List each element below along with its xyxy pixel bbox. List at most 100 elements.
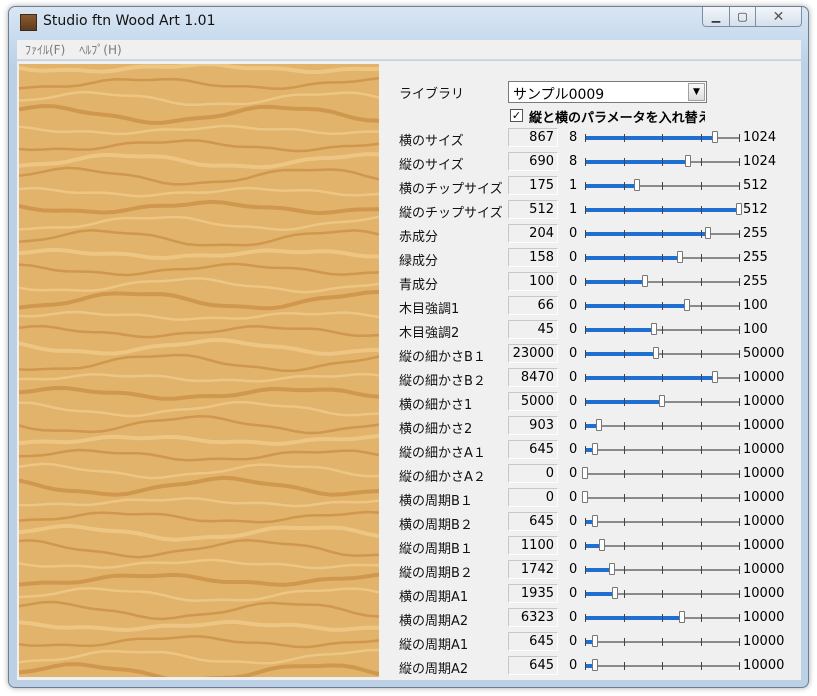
slider-tick <box>585 662 586 670</box>
slider-tick <box>662 662 663 670</box>
param-value-field[interactable]: 6323 <box>508 608 558 627</box>
param-value-field[interactable]: 690 <box>508 152 558 171</box>
slider-tick <box>739 542 740 550</box>
param-value-field[interactable]: 204 <box>508 224 558 243</box>
param-value-field[interactable]: 645 <box>508 512 558 531</box>
minimize-button[interactable]: ▁ <box>702 7 730 27</box>
menu-file[interactable]: ﾌｧｲﾙ(F) <box>19 41 71 58</box>
param-min: 0 <box>569 394 578 409</box>
slider-tick <box>624 662 625 670</box>
slider-tick <box>662 206 663 214</box>
slider-thumb[interactable] <box>596 419 602 431</box>
slider-thumb[interactable] <box>609 563 615 575</box>
param-row: 横の周期A1 1935 0 10000 <box>387 583 801 605</box>
param-row: 縦の細かさB２ 8470 0 10000 <box>387 367 801 389</box>
menu-help[interactable]: ﾍﾙﾌﾟ(H) <box>73 41 127 58</box>
slider-thumb[interactable] <box>642 275 648 287</box>
slider-tick <box>624 638 625 646</box>
param-value-field[interactable]: 1100 <box>508 536 558 555</box>
slider-thumb[interactable] <box>592 515 598 527</box>
slider-tick <box>662 542 663 550</box>
slider-thumb[interactable] <box>659 395 665 407</box>
slider-fill <box>585 376 715 380</box>
slider-thumb[interactable] <box>712 371 718 383</box>
param-value-field[interactable]: 23000 <box>508 344 558 363</box>
param-value-field[interactable]: 66 <box>508 296 558 315</box>
slider-thumb[interactable] <box>679 611 685 623</box>
slider-thumb[interactable] <box>705 227 711 239</box>
slider-thumb[interactable] <box>592 635 598 647</box>
param-max: 10000 <box>743 514 785 529</box>
swap-checkbox-row[interactable]: ✓ 縦と横のパラメータを入れ替え <box>508 107 705 125</box>
param-label: 横の細かさ1 <box>399 398 473 413</box>
maximize-icon: ▢ <box>737 10 748 23</box>
slider-thumb[interactable] <box>599 539 605 551</box>
slider-tick <box>701 134 702 142</box>
slider-tick <box>624 542 625 550</box>
slider-tick <box>739 494 740 502</box>
slider-thumb[interactable] <box>582 491 588 503</box>
param-value-field[interactable]: 645 <box>508 656 558 675</box>
library-selected-value: サンプル0009 <box>513 87 605 103</box>
param-max: 255 <box>743 226 768 241</box>
slider-tick <box>585 254 586 262</box>
slider-thumb[interactable] <box>684 299 690 311</box>
param-value-field[interactable]: 158 <box>508 248 558 267</box>
param-value-field[interactable]: 0 <box>508 464 558 483</box>
slider-thumb[interactable] <box>612 587 618 599</box>
param-value-field[interactable]: 903 <box>508 416 558 435</box>
param-value-field[interactable]: 175 <box>508 176 558 195</box>
slider-tick <box>624 518 625 526</box>
slider-thumb[interactable] <box>712 131 718 143</box>
param-label: 青成分 <box>399 278 439 293</box>
parameter-panel: ライブラリ サンプル0009 ▼ ✓ 縦と横のパラメータを入れ替え 横のサイズ 8… <box>387 61 801 680</box>
param-value-field[interactable]: 512 <box>508 200 558 219</box>
slider-tick <box>624 590 625 598</box>
dropdown-button[interactable]: ▼ <box>688 83 705 101</box>
slider-tick <box>701 302 702 310</box>
slider-tick <box>624 278 625 286</box>
swap-checkbox[interactable]: ✓ <box>510 109 523 122</box>
slider-thumb[interactable] <box>677 251 683 263</box>
param-min: 0 <box>569 250 578 265</box>
slider-thumb[interactable] <box>736 203 742 215</box>
slider-thumb[interactable] <box>685 155 691 167</box>
slider-thumb[interactable] <box>653 347 659 359</box>
slider-tick <box>739 134 740 142</box>
maximize-button[interactable]: ▢ <box>730 7 756 27</box>
param-value-field[interactable]: 645 <box>508 440 558 459</box>
slider-tick <box>701 470 702 478</box>
slider-tick <box>585 350 586 358</box>
param-value-field[interactable]: 867 <box>508 128 558 147</box>
slider-tick <box>585 566 586 574</box>
slider-tick <box>585 230 586 238</box>
wood-texture-preview <box>19 64 379 677</box>
param-label: 横の周期A1 <box>399 590 469 605</box>
param-value-field[interactable]: 1935 <box>508 584 558 603</box>
param-label: 横の周期B１ <box>399 494 473 509</box>
param-value-field[interactable]: 0 <box>508 488 558 507</box>
param-value-field[interactable]: 5000 <box>508 392 558 411</box>
slider-thumb[interactable] <box>592 443 598 455</box>
param-value-field[interactable]: 8470 <box>508 368 558 387</box>
slider-thumb[interactable] <box>634 179 640 191</box>
param-value-field[interactable]: 100 <box>508 272 558 291</box>
param-max: 10000 <box>743 466 785 481</box>
close-button[interactable]: ✕ <box>756 7 802 27</box>
wood-base <box>19 64 379 677</box>
slider-tick <box>662 278 663 286</box>
slider-thumb[interactable] <box>582 467 588 479</box>
slider-thumb[interactable] <box>651 323 657 335</box>
param-value-field[interactable]: 645 <box>508 632 558 651</box>
param-max: 10000 <box>743 370 785 385</box>
library-select[interactable]: サンプル0009 ▼ <box>508 81 707 103</box>
caption-buttons: ▁ ▢ ✕ <box>702 7 802 27</box>
param-min: 0 <box>569 538 578 553</box>
param-value-field[interactable]: 45 <box>508 320 558 339</box>
slider-tick <box>624 614 625 622</box>
slider-thumb[interactable] <box>592 659 598 671</box>
param-label: 横の周期A2 <box>399 614 469 629</box>
param-value-field[interactable]: 1742 <box>508 560 558 579</box>
param-row: 横のサイズ 867 8 1024 <box>387 127 801 149</box>
param-max: 10000 <box>743 634 785 649</box>
